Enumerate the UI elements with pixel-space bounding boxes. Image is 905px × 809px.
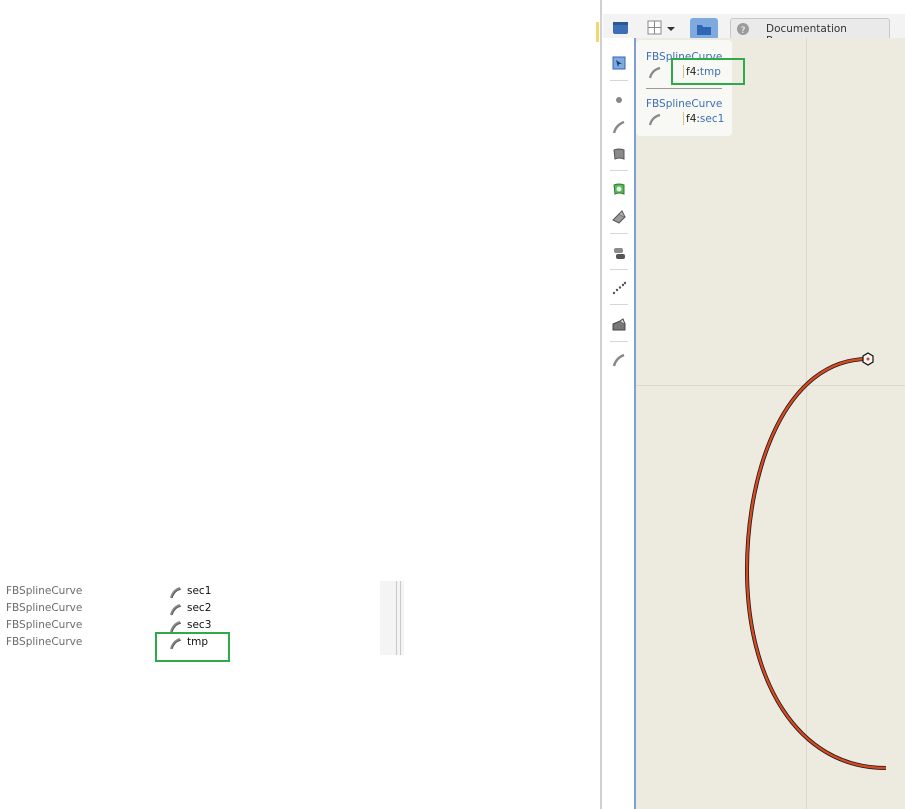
svg-text:?: ? (741, 26, 746, 36)
list-item-name: sec3 (187, 619, 212, 631)
highlight-box (671, 58, 745, 85)
toolbar-divider (610, 269, 628, 270)
folder-button[interactable] (690, 18, 718, 40)
window-icon[interactable] (612, 20, 630, 36)
question-circle-icon: ? (737, 23, 749, 36)
surface-icon (613, 148, 625, 160)
list-item-type: FBSplineCurve (6, 636, 83, 648)
column-splitter[interactable] (380, 581, 404, 655)
toolbar-divider (610, 170, 628, 171)
spline-tool[interactable] (605, 347, 633, 373)
spline-icon (612, 353, 625, 367)
list-item-name: sec1 (187, 585, 212, 597)
curve-icon (170, 587, 182, 599)
popup-item-label: f4:sec1 (686, 113, 725, 125)
solid-icon (612, 318, 626, 331)
point-icon (616, 97, 622, 103)
pane-divider[interactable] (600, 0, 602, 809)
pipe-icon (614, 248, 625, 259)
highlight-box (155, 632, 230, 662)
points-cloud-tool[interactable] (605, 275, 633, 301)
list-item[interactable]: FBSplineCurve sec2 (0, 602, 240, 619)
list-item-name: sec2 (187, 602, 212, 614)
curve-icon (648, 113, 661, 126)
documentation-browser-tab[interactable]: ? Documentation Browser (730, 18, 890, 47)
toolbar-divider (610, 80, 628, 81)
surface-tool[interactable] (605, 141, 633, 167)
popup-item-type: FBSplineCurve (646, 98, 723, 110)
curve-icon (648, 66, 661, 79)
list-item[interactable]: FBSplineCurve sec1 (0, 585, 240, 602)
folder-icon (697, 25, 711, 35)
folder-tab-edge (596, 22, 599, 42)
layout-dropdown[interactable] (645, 18, 679, 38)
plane-tool[interactable] (605, 204, 633, 230)
list-item-type: FBSplineCurve (6, 585, 83, 597)
plane-icon (612, 210, 626, 224)
toolbar-divider (610, 341, 628, 342)
toolbar-divider (610, 233, 628, 234)
viewport-3d[interactable] (634, 38, 905, 809)
curve-icon (170, 604, 182, 616)
list-item-type: FBSplineCurve (6, 619, 83, 631)
pipe-tool[interactable] (605, 240, 633, 266)
points-cloud-icon (612, 281, 626, 295)
toolbar-divider (610, 304, 628, 305)
select-icon (612, 56, 626, 70)
list-item-type: FBSplineCurve (6, 602, 83, 614)
point-tool[interactable] (605, 87, 633, 113)
solid-tool[interactable] (605, 312, 633, 338)
spline-curve[interactable] (636, 38, 905, 809)
nurbs-surface-tool[interactable] (605, 176, 633, 202)
layout-icon (647, 20, 675, 35)
nurbs-surface-icon (613, 183, 625, 195)
select-tool[interactable] (605, 50, 633, 76)
popup-divider (646, 88, 722, 89)
curve-tool[interactable] (605, 114, 633, 140)
curve-icon (612, 120, 625, 134)
